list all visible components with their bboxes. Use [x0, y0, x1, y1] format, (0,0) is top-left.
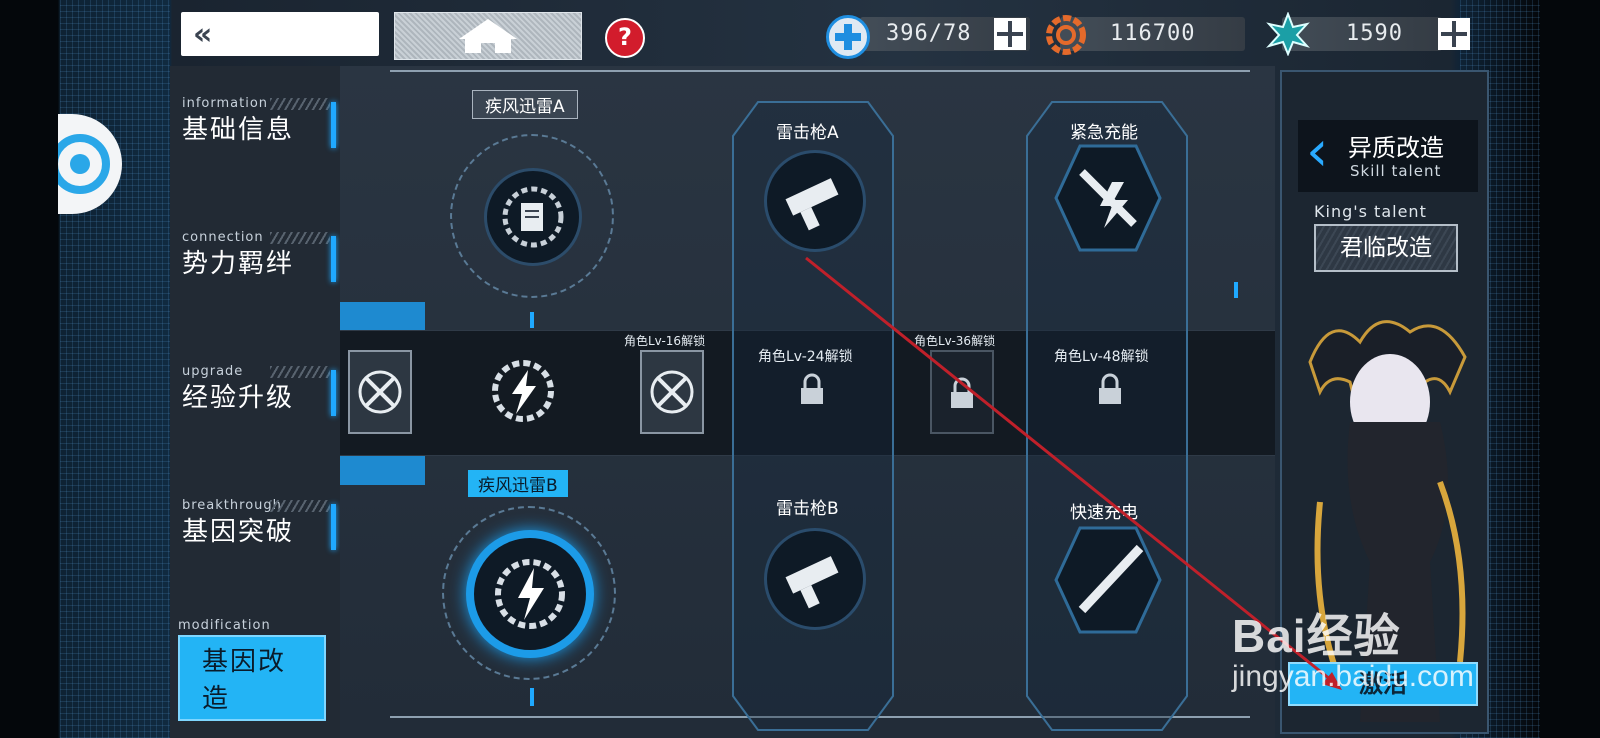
watermark-url: jingyan.baidu.com [1232, 660, 1474, 693]
watermark: Bai经验 jingyan.baidu.com [1232, 600, 1474, 694]
watermark-logo: Bai经验 [1232, 610, 1401, 662]
game-screen: « ? 396/78 116700 1590 information 基础信息 [0, 0, 1600, 738]
